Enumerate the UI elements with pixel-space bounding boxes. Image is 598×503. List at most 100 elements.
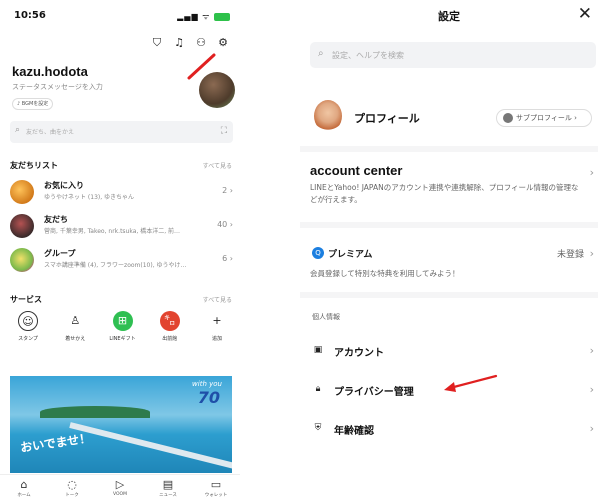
account-center-description: LINEとYahoo! JAPANのアカウント連携や連携解除、プロフィール情報の… bbox=[310, 183, 579, 204]
services-row: ☺ スタンプ ♙ 着せかえ ⊞ LINEギフト ㌔ 出前館 + 追加 bbox=[10, 311, 235, 342]
plus-icon: + bbox=[212, 314, 222, 327]
news-icon: ▤ bbox=[162, 478, 174, 491]
premium-title[interactable]: プレミアム bbox=[328, 247, 372, 260]
chat-icon: ◌ bbox=[67, 478, 77, 491]
premium-status: 未登録 bbox=[556, 250, 584, 260]
page-title: 設定 bbox=[438, 10, 460, 23]
list-item-title: お気に入り bbox=[44, 181, 84, 190]
banner-welcome: おいでませ！ bbox=[19, 431, 92, 455]
status-time: 10:56 bbox=[14, 10, 46, 21]
list-item[interactable]: お気に入り ゆうやけネット (13), ゆきちゃん 2 › bbox=[10, 178, 235, 206]
status-icons: ▂▄▆ ᯤ bbox=[177, 11, 230, 22]
list-item-count: 40 › bbox=[217, 220, 233, 229]
friend-search-input[interactable]: ⌕ 友だち、曲をかえ ⛶ bbox=[10, 121, 233, 143]
search-placeholder: 設定、ヘルプを検索 bbox=[332, 51, 404, 60]
service-theme[interactable]: ♙ 着せかえ bbox=[57, 311, 93, 342]
smile-icon: ☺ bbox=[18, 311, 38, 331]
bgm-chip[interactable]: ♪ BGMを設定 bbox=[12, 98, 54, 110]
banner-bridge bbox=[69, 422, 232, 472]
list-item[interactable]: グループ スマホ講座準備 (4), フラワーzoom(10), ゆうやけ… 6 … bbox=[10, 246, 235, 274]
list-item-subtitle: 菅商, 千葉幸男, Takeo, nrk.tsuka, 橋本洋二, 前… bbox=[44, 228, 181, 235]
tab-home[interactable]: ⌂ ホーム bbox=[0, 475, 48, 503]
menu-item-label: アカウント bbox=[334, 348, 384, 359]
menu-item-account[interactable]: ▣ アカウント › bbox=[300, 340, 598, 364]
profile-name[interactable]: kazu.hodota bbox=[12, 64, 88, 79]
tab-talk[interactable]: ◌ トーク bbox=[48, 475, 96, 503]
list-item-count: 2 › bbox=[222, 186, 233, 195]
service-gift[interactable]: ⊞ LINEギフト bbox=[105, 311, 141, 342]
service-label: 着せかえ bbox=[65, 336, 86, 342]
divider bbox=[300, 292, 598, 298]
chevron-right-icon: › bbox=[589, 422, 594, 435]
chevron-right-icon: › bbox=[589, 344, 594, 357]
bookmark-icon[interactable]: ⛉ bbox=[150, 36, 164, 50]
delivery-icon: ㌔ bbox=[159, 311, 180, 331]
tab-label: ウォレット bbox=[204, 493, 228, 498]
services-see-all-link[interactable]: すべて見る bbox=[203, 295, 232, 304]
friends-avatar bbox=[10, 214, 34, 238]
person-icon bbox=[503, 113, 513, 123]
close-icon[interactable]: ✕ bbox=[578, 4, 592, 24]
shield-icon: ⛨ bbox=[314, 423, 322, 433]
annotation-arrow-gear bbox=[187, 53, 216, 80]
chevron-right-icon: › bbox=[589, 383, 594, 396]
profile-avatar[interactable] bbox=[314, 100, 342, 132]
sub-profile-button[interactable]: サブプロフィール › bbox=[496, 109, 592, 127]
id-card-icon: ▣ bbox=[313, 345, 323, 355]
friends-see-all-link[interactable]: すべて見る bbox=[203, 161, 232, 170]
home-screen: 10:56 ▂▄▆ ᯤ ⛉ ♫ ⚇ ⚙ kazu.hodota ステータスメッセ… bbox=[0, 0, 240, 503]
service-delivery[interactable]: ㌔ 出前館 bbox=[152, 311, 188, 342]
bell-icon[interactable]: ♫ bbox=[172, 36, 186, 50]
profile-label[interactable]: プロフィール bbox=[354, 110, 420, 126]
premium-icon: Q bbox=[312, 247, 324, 259]
premium-description: 会員登録して特別な特典を利用してみよう！ bbox=[310, 269, 460, 278]
tab-label: VOOM bbox=[113, 492, 127, 497]
service-label: 出前館 bbox=[162, 336, 178, 342]
list-item-subtitle: スマホ講座準備 (4), フラワーzoom(10), ゆうやけ… bbox=[44, 262, 187, 269]
service-add[interactable]: + 追加 bbox=[199, 311, 235, 342]
wallet-icon: ▭ bbox=[210, 478, 222, 491]
tab-wallet[interactable]: ▭ ウォレット bbox=[192, 475, 240, 503]
header-actions: ⛉ ♫ ⚇ ⚙ bbox=[150, 36, 230, 50]
tab-bar: ⌂ ホーム ◌ トーク ▷ VOOM ▤ ニュース ▭ ウォレット bbox=[0, 474, 240, 503]
service-stamp[interactable]: ☺ スタンプ bbox=[10, 311, 46, 342]
gift-icon: ⊞ bbox=[112, 311, 133, 331]
promo-banner[interactable]: with you 70 おいでませ！ bbox=[10, 376, 232, 473]
service-label: 追加 bbox=[211, 336, 222, 342]
brush-icon: ♙ bbox=[70, 314, 81, 327]
banner-island bbox=[40, 406, 150, 418]
gear-icon[interactable]: ⚙ bbox=[216, 36, 230, 50]
qr-scan-icon[interactable]: ⛶ bbox=[221, 126, 227, 136]
menu-item-label: プライバシー管理 bbox=[334, 387, 414, 398]
voom-icon: ▷ bbox=[115, 478, 125, 491]
list-item[interactable]: 友だち 菅商, 千葉幸男, Takeo, nrk.tsuka, 橋本洋二, 前…… bbox=[10, 212, 235, 240]
favorites-avatar bbox=[10, 180, 34, 204]
add-friend-icon[interactable]: ⚇ bbox=[194, 36, 208, 50]
tab-news[interactable]: ▤ ニュース bbox=[144, 475, 192, 503]
search-icon: ⌕ bbox=[318, 48, 324, 59]
panel-gap bbox=[240, 0, 300, 503]
menu-item-age-verification[interactable]: ⛨ 年齢確認 › bbox=[300, 418, 598, 442]
service-label: スタンプ bbox=[18, 336, 38, 342]
divider bbox=[300, 146, 598, 152]
list-item-subtitle: ゆうやけネット (13), ゆきちゃん bbox=[44, 194, 135, 201]
tab-voom[interactable]: ▷ VOOM bbox=[96, 475, 144, 503]
account-center-title[interactable]: account center bbox=[310, 163, 402, 178]
annotation-arrow-privacy bbox=[444, 374, 498, 392]
menu-item-label: 年齢確認 bbox=[334, 426, 374, 437]
chevron-right-icon: › bbox=[589, 166, 594, 179]
settings-screen: 設定 ✕ ⌕ 設定、ヘルプを検索 プロフィール サブプロフィール › accou… bbox=[300, 0, 598, 503]
service-label: LINEギフト bbox=[109, 336, 136, 342]
home-icon: ⌂ bbox=[20, 478, 28, 491]
settings-search-input[interactable]: ⌕ 設定、ヘルプを検索 bbox=[310, 42, 596, 68]
personal-section-label: 個人情報 bbox=[312, 313, 340, 321]
lock-icon: 🔒︎ bbox=[315, 384, 321, 394]
status-bar: 10:56 ▂▄▆ ᯤ bbox=[0, 0, 240, 32]
list-item-title: グループ bbox=[44, 249, 76, 258]
status-message-input[interactable]: ステータスメッセージを入力 bbox=[12, 82, 103, 92]
tab-label: ホーム bbox=[17, 493, 31, 498]
groups-avatar bbox=[10, 248, 34, 272]
services-section-title: サービス bbox=[10, 295, 42, 304]
banner-with-you: with you bbox=[192, 380, 222, 388]
search-placeholder: 友だち、曲をかえ bbox=[26, 129, 75, 136]
